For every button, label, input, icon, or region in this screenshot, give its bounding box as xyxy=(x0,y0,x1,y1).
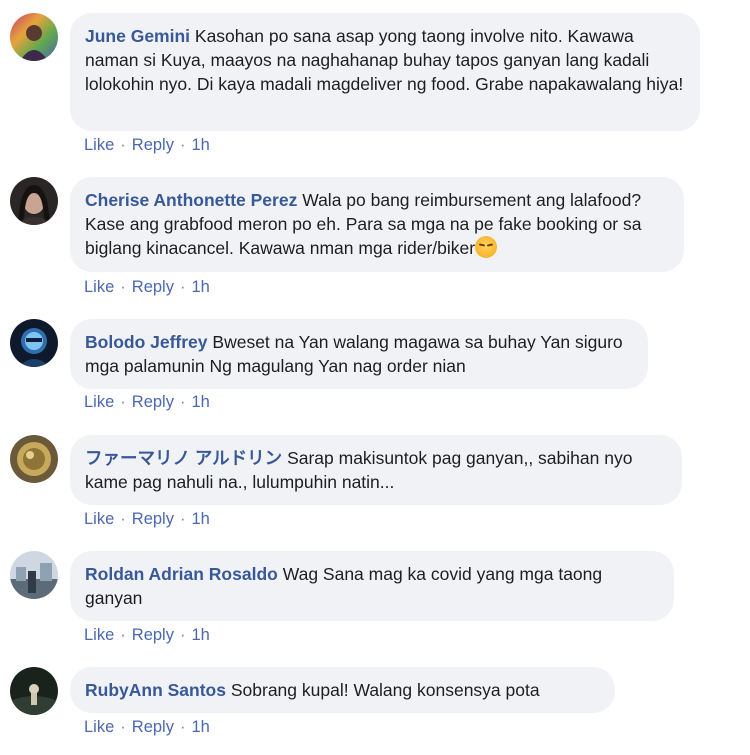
separator: · xyxy=(120,136,126,154)
like-link[interactable]: Like xyxy=(84,626,114,644)
reply-link[interactable]: Reply xyxy=(132,626,174,644)
author-name[interactable]: RubyAnn Santos xyxy=(85,680,226,700)
author-name[interactable]: June Gemini xyxy=(85,26,190,46)
like-link[interactable]: Like xyxy=(84,718,114,736)
comment-bubble: ファーマリノ アルドリン Sarap makisuntok pag ganyan… xyxy=(70,435,682,505)
reply-link[interactable]: Reply xyxy=(132,393,174,411)
comment-actions: Like · Reply · 1h xyxy=(84,510,210,529)
avatar[interactable] xyxy=(10,435,58,483)
avatar[interactable] xyxy=(10,13,58,61)
like-link[interactable]: Like xyxy=(84,510,114,528)
avatar-image-icon xyxy=(10,551,58,599)
separator: · xyxy=(120,510,126,528)
comment-bubble: RubyAnn Santos Sobrang kupal! Walang kon… xyxy=(70,667,615,713)
author-name[interactable]: Roldan Adrian Rosaldo xyxy=(85,564,278,584)
timestamp[interactable]: 1h xyxy=(191,626,209,644)
avatar[interactable] xyxy=(10,551,58,599)
timestamp[interactable]: 1h xyxy=(191,393,209,411)
avatar-image-icon xyxy=(10,435,58,483)
comment-actions: Like · Reply · 1h xyxy=(84,626,210,645)
comment-bubble: Cherise Anthonette Perez Wala po bang re… xyxy=(70,177,684,272)
author-name[interactable]: Cherise Anthonette Perez xyxy=(85,190,297,210)
like-link[interactable]: Like xyxy=(84,393,114,411)
reply-link[interactable]: Reply xyxy=(132,510,174,528)
reply-link[interactable]: Reply xyxy=(132,278,174,296)
comment-actions: Like · Reply · 1h xyxy=(84,393,210,412)
separator: · xyxy=(179,136,186,154)
avatar-image-icon xyxy=(10,13,58,61)
separator: · xyxy=(120,626,126,644)
comment-actions: Like · Reply · 1h xyxy=(84,136,210,155)
separator: · xyxy=(120,718,126,736)
avatar-image-icon xyxy=(10,319,58,367)
avatar[interactable] xyxy=(10,319,58,367)
author-name[interactable]: Bolodo Jeffrey xyxy=(85,332,208,352)
comment-text: Sobrang kupal! Walang konsensya pota xyxy=(230,680,540,700)
separator: · xyxy=(120,393,126,411)
comment-bubble: June Gemini Kasohan po sana asap yong ta… xyxy=(70,13,700,131)
separator: · xyxy=(179,718,186,736)
avatar[interactable] xyxy=(10,667,58,715)
comment-actions: Like · Reply · 1h xyxy=(84,718,210,737)
comment-actions: Like · Reply · 1h xyxy=(84,278,210,297)
like-link[interactable]: Like xyxy=(84,278,114,296)
reply-link[interactable]: Reply xyxy=(132,718,174,736)
comment-bubble: Bolodo Jeffrey Bweset na Yan walang maga… xyxy=(70,319,648,389)
timestamp[interactable]: 1h xyxy=(191,510,209,528)
avatar-image-icon xyxy=(10,177,58,225)
separator: · xyxy=(179,626,186,644)
timestamp[interactable]: 1h xyxy=(191,278,209,296)
reply-link[interactable]: Reply xyxy=(132,136,174,154)
separator: · xyxy=(179,510,186,528)
pensive-face-emoji-icon xyxy=(475,236,498,258)
separator: · xyxy=(120,278,126,296)
comment-bubble: Roldan Adrian Rosaldo Wag Sana mag ka co… xyxy=(70,551,674,621)
timestamp[interactable]: 1h xyxy=(191,718,209,736)
like-link[interactable]: Like xyxy=(84,136,114,154)
separator: · xyxy=(179,393,186,411)
avatar-image-icon xyxy=(10,667,58,715)
timestamp[interactable]: 1h xyxy=(191,136,209,154)
author-name[interactable]: ファーマリノ アルドリン xyxy=(85,448,282,468)
avatar[interactable] xyxy=(10,177,58,225)
separator: · xyxy=(179,278,186,296)
